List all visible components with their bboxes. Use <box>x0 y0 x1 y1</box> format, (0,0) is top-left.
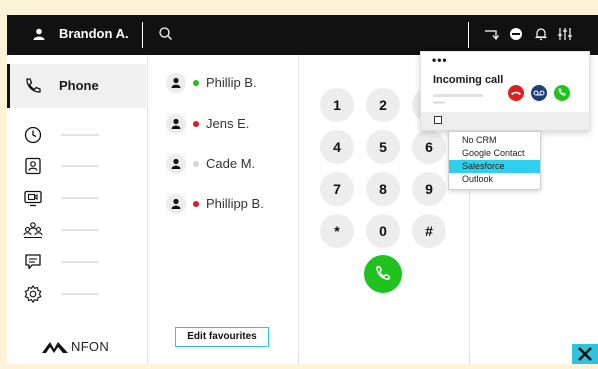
clock-icon[interactable] <box>23 125 43 145</box>
status-dot <box>193 80 199 86</box>
status-dot <box>193 121 199 127</box>
dial-key-5[interactable]: 5 <box>366 130 400 164</box>
user-icon <box>171 77 181 88</box>
logo-text: NFON <box>71 339 110 354</box>
crm-selector-bar[interactable] <box>421 112 589 130</box>
dial-key-star[interactable]: * <box>320 214 354 248</box>
decline-call-button[interactable] <box>508 85 524 101</box>
dial-key-0[interactable]: 0 <box>366 214 400 248</box>
crm-option-outlook[interactable]: Outlook <box>449 173 540 186</box>
phone-icon <box>376 266 390 280</box>
avatar <box>166 73 186 93</box>
dial-key-9[interactable]: 9 <box>412 172 446 206</box>
video-icon[interactable] <box>23 188 43 208</box>
status-dot <box>193 161 199 167</box>
status-dot <box>193 201 199 207</box>
dial-key-8[interactable]: 8 <box>366 172 400 206</box>
accept-call-button[interactable] <box>554 85 570 101</box>
call-button[interactable] <box>364 255 402 293</box>
favourite-name: Phillipp B. <box>206 196 264 211</box>
nav-item-chat[interactable] <box>61 261 99 263</box>
chat-icon[interactable] <box>23 252 43 272</box>
nav-item-recents[interactable] <box>61 134 99 136</box>
crm-dropdown-menu: No CRM Google Contact Salesforce Outlook <box>448 131 541 190</box>
nav-item-video[interactable] <box>61 197 99 199</box>
phone-icon <box>26 78 41 93</box>
crm-checkbox[interactable] <box>434 116 442 124</box>
team-icon[interactable] <box>23 220 43 240</box>
voicemail-button[interactable] <box>531 85 547 101</box>
bell-icon[interactable] <box>532 25 550 43</box>
favourite-item[interactable]: Jens E. <box>166 114 296 134</box>
avatar <box>166 114 186 134</box>
incoming-call-popup: ••• Incoming call <box>420 51 590 131</box>
decline-icon <box>511 91 521 96</box>
divider <box>468 22 469 48</box>
favourite-name: Jens E. <box>206 116 250 131</box>
dial-key-7[interactable]: 7 <box>320 172 354 206</box>
dial-key-6[interactable]: 6 <box>412 130 446 164</box>
caller-info-placeholder <box>433 94 483 97</box>
nav-label-phone: Phone <box>59 78 99 93</box>
user-icon <box>171 158 181 169</box>
dial-key-2[interactable]: 2 <box>366 88 400 122</box>
incoming-call-title: Incoming call <box>433 74 504 86</box>
crm-option-no-crm[interactable]: No CRM <box>449 134 540 147</box>
contact-card-icon[interactable] <box>23 156 43 176</box>
voicemail-icon <box>533 90 545 96</box>
dial-key-hash[interactable]: # <box>412 214 446 248</box>
favourites-panel: Phillip B. Jens E. Cade M. Phillipp B. E… <box>148 55 299 364</box>
do-not-disturb-icon[interactable] <box>507 25 525 43</box>
sliders-icon[interactable] <box>556 25 574 43</box>
favourite-name: Cade M. <box>206 156 256 171</box>
avatar <box>166 154 186 174</box>
avatar <box>166 194 186 214</box>
close-button[interactable] <box>572 344 598 364</box>
close-icon <box>578 347 592 361</box>
nfon-logo: NFON <box>41 337 131 359</box>
edit-favourites-button[interactable]: Edit favourites <box>175 327 269 347</box>
dial-key-4[interactable]: 4 <box>320 130 354 164</box>
user-name[interactable]: Brandon A. <box>59 26 129 41</box>
search-icon[interactable] <box>157 25 175 43</box>
settings-icon[interactable] <box>23 284 43 304</box>
nav-item-settings[interactable] <box>61 293 99 295</box>
divider <box>142 22 143 48</box>
crm-option-google-contact[interactable]: Google Contact <box>449 147 540 160</box>
nav-item-team[interactable] <box>61 229 99 231</box>
favourite-name: Phillip B. <box>206 75 257 90</box>
caller-number-placeholder <box>433 101 445 104</box>
active-indicator <box>7 64 10 108</box>
dial-key-1[interactable]: 1 <box>320 88 354 122</box>
user-icon <box>171 118 181 129</box>
nfon-logo-mark-icon <box>42 342 68 353</box>
favourite-item[interactable]: Phillip B. <box>166 73 296 93</box>
accept-icon <box>558 88 566 96</box>
favourite-item[interactable]: Cade M. <box>166 154 296 174</box>
nav-item-phone[interactable]: Phone <box>7 64 146 108</box>
call-forward-icon[interactable] <box>482 25 500 43</box>
user-icon <box>171 198 181 209</box>
favourite-item[interactable]: Phillipp B. <box>166 194 296 214</box>
top-bar: Brandon A. <box>7 15 598 55</box>
sidebar: Phone NFON <box>7 55 148 364</box>
more-menu-icon[interactable]: ••• <box>432 53 448 67</box>
user-icon <box>33 28 45 40</box>
nav-item-contacts[interactable] <box>61 165 99 167</box>
crm-option-salesforce[interactable]: Salesforce <box>449 160 540 173</box>
